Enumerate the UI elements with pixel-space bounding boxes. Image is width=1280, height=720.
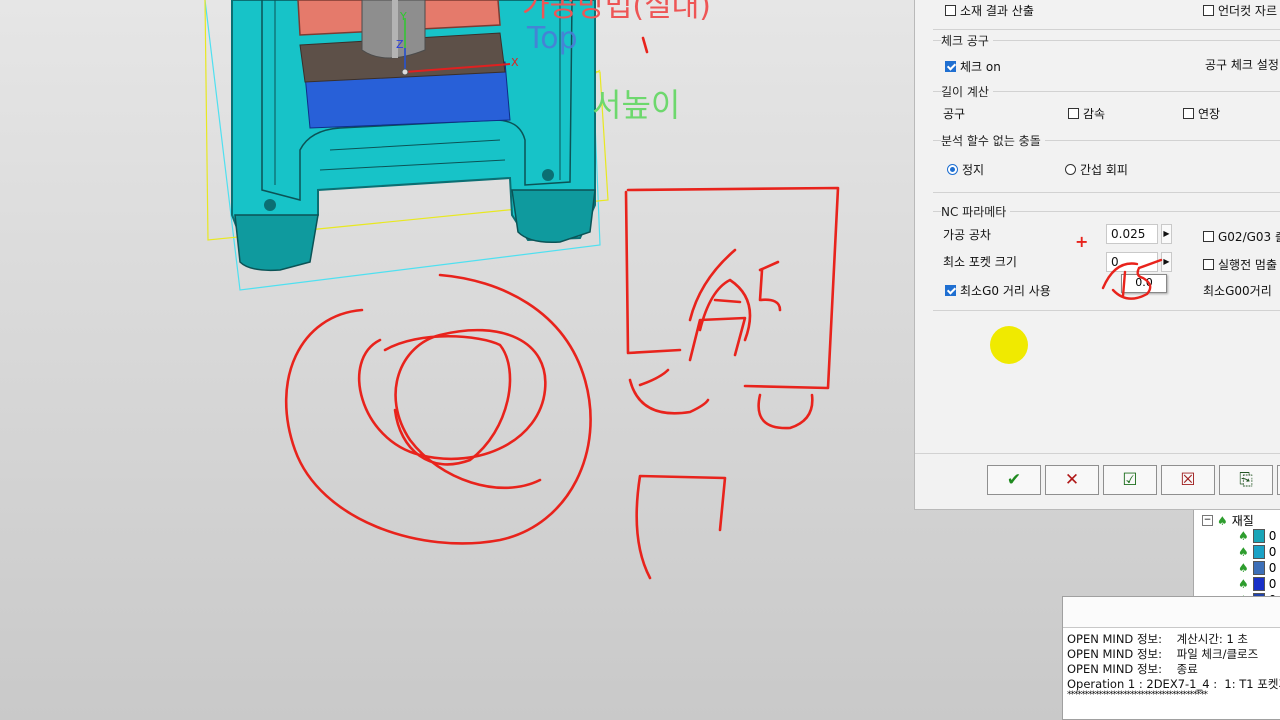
- min-g00-distance-label: 최소G00거리: [1203, 284, 1272, 298]
- pin-icon: ♠: [1238, 529, 1249, 543]
- cursor-highlight: [990, 326, 1028, 364]
- message-line: OPEN MIND 정보: 파일 체크/클로즈: [1067, 647, 1259, 661]
- pre-exec-row[interactable]: 실행전 멈출: [1203, 256, 1277, 273]
- min-g0-row[interactable]: 최소G0 거리 사용: [945, 282, 1051, 299]
- length-tool-label: 공구: [943, 107, 966, 121]
- undercut-checkbox[interactable]: [1203, 5, 1214, 16]
- annotation-tick: [641, 36, 649, 54]
- checkbox-cross-icon: ☒: [1180, 470, 1196, 490]
- pin-icon: ♠: [1238, 561, 1249, 575]
- dialog-button-row: ✔ ✕ ☑ ☒ ⎘: [987, 465, 1280, 495]
- tree-item[interactable]: ♠ 0: [1238, 561, 1276, 575]
- message-window: OPEN MIND 정보: 계산시간: 1 초 OPEN MIND 정보: 파일…: [1062, 596, 1280, 720]
- checkbox-check-icon: ☑: [1122, 470, 1138, 490]
- message-line: OPEN MIND 정보: 계산시간: 1 초: [1067, 632, 1249, 646]
- message-window-header: [1063, 597, 1280, 628]
- stop-label: 정지: [962, 163, 985, 177]
- tree-root-label: 재질: [1231, 514, 1254, 528]
- min-pocket-label: 최소 포켓 크기: [943, 255, 1017, 269]
- check-on-checkbox[interactable]: [945, 61, 956, 72]
- axis-x-label: X: [511, 56, 519, 69]
- pin-icon: ♠: [1238, 545, 1249, 559]
- right-foot: [511, 189, 596, 244]
- pin-icon: ♠: [1217, 513, 1228, 528]
- color-swatch: [1252, 577, 1265, 591]
- stop-radio[interactable]: [947, 164, 958, 175]
- check-icon: ✔: [1006, 470, 1022, 490]
- g02g03-row[interactable]: G02/G03 출: [1203, 228, 1280, 245]
- tree-item[interactable]: ♠ 0: [1238, 577, 1276, 591]
- reduce-label: 감속: [1083, 107, 1106, 121]
- ok-button[interactable]: ✔: [987, 465, 1041, 495]
- left-foot: [234, 214, 319, 272]
- tree-root-material[interactable]: − ♠ 재질: [1202, 512, 1254, 529]
- cad-viewport[interactable]: Y X Z 가공방법(실대) Top 서높이: [0, 0, 920, 720]
- color-swatch: [1252, 529, 1265, 543]
- overlay-green-label: 서높이: [592, 86, 680, 124]
- pre-exec-checkbox[interactable]: [1203, 259, 1214, 270]
- undercut-label: 언더컷 자르: [1218, 4, 1278, 18]
- cancel-button[interactable]: ✕: [1045, 465, 1099, 495]
- axis-y-label: Y: [399, 10, 407, 23]
- collision-section-title: 분석 할수 없는 충돌: [941, 132, 1045, 149]
- tool-check-setting-link[interactable]: 공구 체크 설정: [1205, 56, 1279, 73]
- avoid-label: 간섭 회피: [1080, 163, 1128, 177]
- check-tool-section-title: 체크 공구: [941, 32, 993, 49]
- check-on-label: 체크 on: [960, 60, 1001, 74]
- g02g03-label: G02/G03 출: [1218, 230, 1280, 244]
- tolerance-input[interactable]: 0.025: [1106, 224, 1158, 244]
- export-button[interactable]: ⎘: [1219, 465, 1273, 495]
- red-plus-mark: +: [1075, 232, 1089, 251]
- apply-button[interactable]: ☑: [1103, 465, 1157, 495]
- pre-exec-label: 실행전 멈출: [1218, 258, 1278, 272]
- avoid-radio[interactable]: [1065, 164, 1076, 175]
- extend-checkbox[interactable]: [1183, 108, 1194, 119]
- tolerance-label: 가공 공차: [943, 228, 991, 242]
- reset-button[interactable]: ☒: [1161, 465, 1215, 495]
- popup-scribble: [1101, 258, 1163, 300]
- stop-row[interactable]: 정지: [947, 161, 984, 178]
- annotation-letters: [688, 248, 782, 362]
- axis-z-label: Z: [396, 38, 404, 51]
- image-export-icon: ⎘: [1239, 470, 1253, 490]
- min-g0-checkbox[interactable]: [945, 285, 956, 296]
- annotation-big-circle: [284, 273, 592, 545]
- check-on-row[interactable]: 체크 on: [945, 58, 1001, 75]
- g02g03-checkbox[interactable]: [1203, 231, 1214, 242]
- length-calc-section-title: 길이 계산: [941, 83, 993, 100]
- message-separator: ****************************************: [1067, 690, 1208, 700]
- reduce-row[interactable]: 감속: [1068, 105, 1105, 122]
- tree-item[interactable]: ♠ 0: [1238, 545, 1276, 559]
- message-line: OPEN MIND 정보: 종료: [1067, 662, 1198, 676]
- material-result-row[interactable]: 소재 결과 산출: [945, 2, 1034, 19]
- extend-row[interactable]: 연장: [1183, 105, 1220, 122]
- collapse-icon[interactable]: −: [1202, 515, 1213, 526]
- annotation-inner-spiral: [383, 334, 512, 466]
- overlay-blue-label: Top: [526, 21, 578, 56]
- undercut-row[interactable]: 언더컷 자르: [1203, 2, 1277, 19]
- extend-label: 연장: [1198, 107, 1221, 121]
- avoid-row[interactable]: 간섭 회피: [1065, 161, 1128, 178]
- annotation-lower-curves: [628, 368, 814, 430]
- material-result-label: 소재 결과 산출: [960, 4, 1034, 18]
- nc-params-section-title: NC 파라메타: [941, 203, 1011, 220]
- material-result-checkbox[interactable]: [945, 5, 956, 16]
- tolerance-spin-button[interactable]: ▶: [1161, 224, 1172, 244]
- close-icon: ✕: [1064, 470, 1080, 490]
- annotation-bracket: [635, 474, 727, 580]
- annotation-rectangle: [624, 186, 840, 390]
- min-g0-label: 최소G0 거리 사용: [960, 284, 1051, 298]
- color-swatch: [1252, 545, 1265, 559]
- color-swatch: [1252, 561, 1265, 575]
- reduce-checkbox[interactable]: [1068, 108, 1079, 119]
- pin-icon: ♠: [1238, 577, 1249, 591]
- tree-item[interactable]: ♠ 0: [1238, 529, 1276, 543]
